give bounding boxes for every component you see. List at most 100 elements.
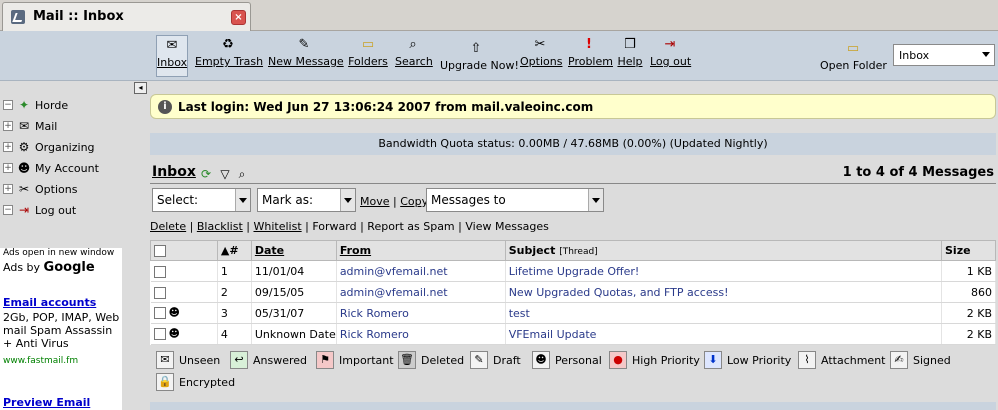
column-header-number[interactable]: ▲# <box>216 240 252 261</box>
help-icon: ❒ <box>624 37 636 52</box>
row-number: 2 <box>217 281 252 303</box>
row-subject[interactable]: Lifetime Upgrade Offer! <box>505 260 943 282</box>
horde-icon: ✦ <box>18 98 30 112</box>
row-date: Unknown Date <box>251 323 337 345</box>
row-date: 09/15/05 <box>251 281 337 303</box>
column-header-size[interactable]: Size <box>941 240 996 261</box>
toolbar-help-button[interactable]: ❒ Help <box>617 35 643 77</box>
row-select-cell: ☻ <box>150 323 218 345</box>
toolbar-new-message-label: New Message <box>268 55 344 68</box>
legend-item-answered: ↩ Answered <box>230 350 307 370</box>
collapse-sidebar-icon[interactable]: ◂ <box>134 82 147 94</box>
mailbox-title[interactable]: Inbox <box>152 164 196 180</box>
row-size: 2 KB <box>941 323 996 345</box>
search-icon[interactable]: ⌕ <box>234 166 250 182</box>
browser-tab[interactable]: Mail :: Inbox × <box>2 2 251 31</box>
legend-item-high-priority: ● High Priority <box>609 350 700 370</box>
toolbar-logout-button[interactable]: ⇥ Log out <box>650 35 691 77</box>
ad-url[interactable]: www.fastmail.fm <box>3 356 78 366</box>
toolbar-inbox-button[interactable]: ✉ Inbox <box>156 35 188 77</box>
high-priority-icon: ● <box>609 351 627 369</box>
toolbar-empty-trash-button[interactable]: ♻ Empty Trash <box>195 35 264 77</box>
row-subject[interactable]: VFEmail Update <box>505 323 943 345</box>
sidebar-item-my-account[interactable]: + ☻ My Account <box>3 159 99 177</box>
row-subject[interactable]: New Upgraded Quotas, and FTP access! <box>505 281 943 303</box>
legend-item-low-priority: ⬇ Low Priority <box>704 350 791 370</box>
report-spam-link[interactable]: Report as Spam <box>367 220 454 233</box>
column-header-subject[interactable]: Subject [Thread] <box>504 240 943 261</box>
answered-icon: ↩ <box>230 351 248 369</box>
account-icon: ☻ <box>17 161 31 175</box>
column-header-from[interactable]: From <box>335 240 506 261</box>
table-row[interactable]: ☻ 4 Unknown Date Rick Romero VFEmail Upd… <box>150 323 996 345</box>
table-row[interactable]: ☻ 3 05/31/07 Rick Romero test 2 KB <box>150 302 996 324</box>
copy-link[interactable]: Copy <box>400 195 428 208</box>
deleted-icon: 🗑 <box>398 351 416 369</box>
last-login-text: Last login: Wed Jun 27 13:06:24 2007 fro… <box>178 100 594 114</box>
tree-toggle-icon[interactable]: + <box>3 184 13 194</box>
sidebar-item-label: Options <box>35 182 78 196</box>
whitelist-link[interactable]: Whitelist <box>253 220 301 233</box>
subject-header-label[interactable]: Subject <box>509 244 556 257</box>
sidebar-item-horde[interactable]: − ✦ Horde <box>3 96 68 114</box>
sidebar-item-mail[interactable]: + ✉ Mail <box>3 117 57 135</box>
forward-link[interactable]: Forward <box>312 220 356 233</box>
row-checkbox[interactable] <box>153 286 166 299</box>
column-header-date[interactable]: Date <box>250 240 337 261</box>
row-date: 11/01/04 <box>251 260 337 282</box>
filter-icon[interactable]: ▽ <box>217 166 233 182</box>
target-folder-dropdown[interactable]: Messages to <box>426 188 604 212</box>
legend-item-draft: ✎ Draft <box>470 350 521 370</box>
toolbar-problem-button[interactable]: ! Problem <box>568 35 613 77</box>
ads-by-text: Ads by <box>3 261 41 274</box>
row-checkbox[interactable] <box>153 265 166 278</box>
thread-toggle[interactable]: [Thread] <box>559 247 598 257</box>
ad-title-link[interactable]: Preview Email Before <box>3 396 122 410</box>
legend-item-attachment: ⌇ Attachment <box>798 350 886 370</box>
toolbar-empty-trash-label: Empty Trash <box>195 55 264 68</box>
toolbar-search-button[interactable]: ⌕ Search <box>395 35 433 77</box>
row-from[interactable]: Rick Romero <box>336 323 506 345</box>
tree-toggle-icon[interactable]: − <box>3 100 13 110</box>
ads-panel: Ads by Google Email accounts 2Gb, POP, I… <box>0 248 122 410</box>
draft-icon: ✎ <box>470 351 488 369</box>
tree-toggle-icon[interactable]: − <box>3 205 13 215</box>
row-subject[interactable]: test <box>505 302 943 324</box>
view-messages-link[interactable]: View Messages <box>465 220 549 233</box>
toolbar-upgrade-button[interactable]: ⇧ Upgrade Now! <box>440 39 519 81</box>
row-checkbox[interactable] <box>153 328 166 340</box>
blacklist-link[interactable]: Blacklist <box>197 220 243 233</box>
tree-toggle-icon[interactable]: + <box>3 163 13 173</box>
row-from[interactable]: admin@vfemail.net <box>336 281 506 303</box>
move-link[interactable]: Move <box>360 195 390 208</box>
bottom-strip <box>150 402 996 410</box>
legend-item-signed: ✍ Signed <box>890 350 951 370</box>
toolbar-new-message-button[interactable]: ✎ New Message <box>268 35 344 77</box>
table-row[interactable]: 1 11/01/04 admin@vfemail.net Lifetime Up… <box>150 260 996 282</box>
tree-toggle-icon[interactable]: + <box>3 121 13 131</box>
delete-link[interactable]: Delete <box>150 220 186 233</box>
sidebar-item-organizing[interactable]: + ⚙ Organizing <box>3 138 95 156</box>
row-checkbox[interactable] <box>153 307 166 319</box>
close-icon[interactable]: × <box>231 10 246 25</box>
select-dropdown[interactable]: Select: <box>152 188 251 212</box>
sidebar-item-options[interactable]: + ✂ Options <box>3 180 77 198</box>
select-all-checkbox[interactable] <box>154 245 166 257</box>
row-from[interactable]: Rick Romero <box>336 302 506 324</box>
ad-title-link[interactable]: Email accounts <box>3 296 96 309</box>
mark-as-dropdown[interactable]: Mark as: <box>257 188 356 212</box>
tree-toggle-icon[interactable]: + <box>3 142 13 152</box>
row-select-cell <box>150 281 218 303</box>
open-folder-label: Open Folder <box>820 59 887 72</box>
toolbar-options-button[interactable]: ✂ Options <box>520 35 562 77</box>
toolbar-folders-button[interactable]: ▭ Folders <box>348 35 388 77</box>
ads-brand: Google <box>43 260 95 275</box>
open-folder-button[interactable]: ▭ Open Folder <box>820 39 887 81</box>
ad-text: 2Gb, POP, IMAP, Web mail Spam Assassin +… <box>3 311 120 350</box>
refresh-icon[interactable]: ⟳ <box>198 166 214 182</box>
open-folder-select[interactable]: Inbox <box>893 44 995 66</box>
row-from[interactable]: admin@vfemail.net <box>336 260 506 282</box>
sidebar-item-logout[interactable]: − ⇥ Log out <box>3 201 76 219</box>
table-row[interactable]: 2 09/15/05 admin@vfemail.net New Upgrade… <box>150 281 996 303</box>
row-number: 3 <box>217 302 252 324</box>
